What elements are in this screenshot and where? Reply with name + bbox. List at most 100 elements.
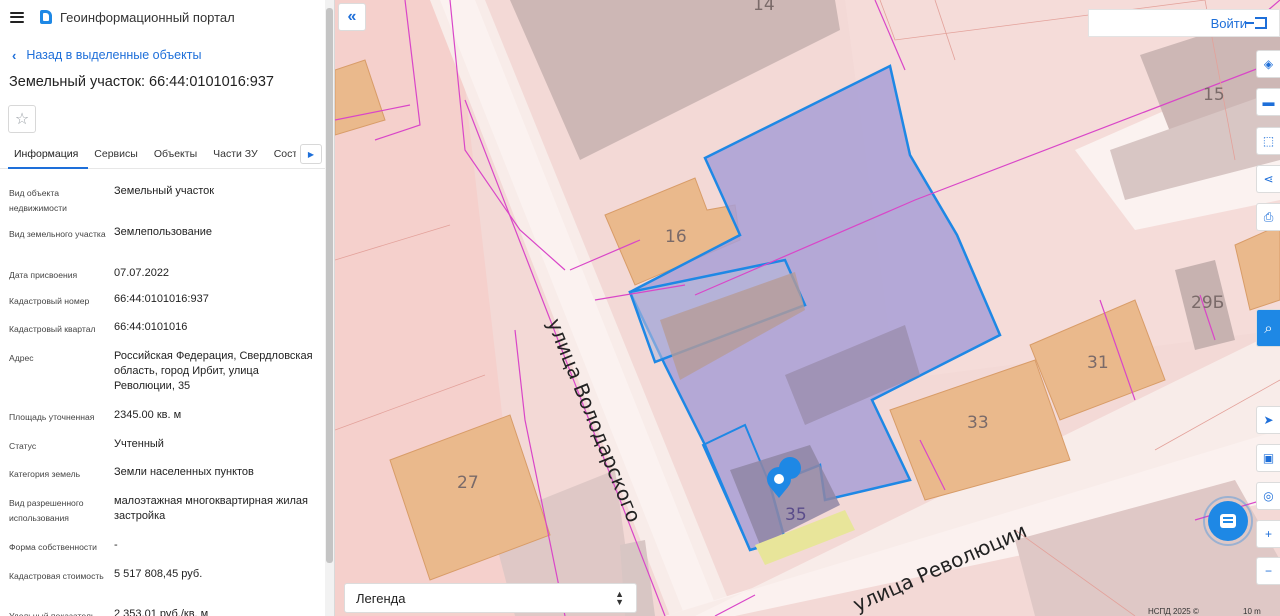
chevron-left-icon: ‹: [12, 47, 17, 63]
login-label: Войти: [1210, 15, 1247, 31]
field-label: Площадь уточненная: [9, 412, 95, 422]
building-label: 33: [967, 413, 989, 433]
list-item: Форма собственности -: [0, 538, 324, 555]
field-label: Кадастровый квартал: [9, 324, 96, 334]
field-value: малоэтажная многоквартирная жилая застро…: [114, 495, 308, 522]
caret-right-icon: ▶: [307, 149, 315, 159]
list-item: Вид разрешенного использования малоэтажн…: [0, 494, 324, 526]
locate-icon: ➤: [1263, 413, 1274, 427]
menu-icon[interactable]: [10, 11, 24, 23]
list-item: Дата присвоения 07.07.2022: [0, 266, 324, 283]
search-map-icon: ⌕: [1264, 319, 1273, 337]
list-item: Статус Учтенный: [0, 437, 324, 454]
ruler-icon: ▬: [1262, 95, 1275, 109]
list-item: Вид земельного участка Землепользование: [0, 225, 324, 242]
field-label: Дата присвоения: [9, 270, 78, 280]
list-item: Кадастровая стоимость 5 517 808,45 руб.: [0, 567, 324, 584]
building-label: 31: [1087, 353, 1109, 373]
field-value: 66:44:0101016:937: [114, 293, 209, 305]
field-value: 2 353,01 руб./кв. м: [114, 608, 209, 616]
list-item: Кадастровый квартал 66:44:0101016: [0, 320, 324, 337]
legend-label: Легенда: [356, 590, 406, 606]
field-label: Адрес: [9, 353, 34, 363]
share-button[interactable]: ⋖: [1256, 165, 1280, 193]
field-label: Форма собственности: [9, 542, 97, 552]
tab-composition[interactable]: Состав: [268, 141, 296, 169]
field-value: Российская Федерация, Свердловская облас…: [114, 350, 313, 392]
list-item: Адрес Российская Федерация, Свердловская…: [0, 349, 324, 394]
tab-parts[interactable]: Части ЗУ: [207, 141, 268, 169]
app-title: Геоинформационный портал: [60, 9, 235, 25]
layers-icon: ◈: [1263, 57, 1274, 71]
chevron-updown-icon: ▲ ▼: [615, 589, 624, 607]
list-item: Площадь уточненная 2345.00 кв. м: [0, 408, 324, 425]
field-value: Земли населенных пунктов: [114, 466, 254, 478]
collapse-panel-button[interactable]: «: [338, 3, 366, 31]
field-label: Вид земельного участка: [9, 229, 106, 239]
field-label: Удельный показатель: [9, 611, 96, 616]
building-label: 16: [665, 227, 687, 247]
panel-scrollbar[interactable]: [325, 0, 334, 616]
pin-icon: ◎: [1263, 489, 1274, 503]
scale-label: 10 m: [1243, 607, 1261, 616]
list-item: Категория земель Земли населенных пункто…: [0, 465, 324, 482]
minimap-button[interactable]: ▣: [1256, 444, 1280, 472]
tab-objects[interactable]: Объекты: [148, 141, 207, 169]
field-label: Кадастровый номер: [9, 296, 90, 306]
info-panel: Геоинформационный портал ‹ Назад в выдел…: [0, 0, 335, 616]
tab-services[interactable]: Сервисы: [88, 141, 148, 169]
chat-icon: [1208, 501, 1248, 541]
back-link[interactable]: ‹ Назад в выделенные объекты: [0, 45, 334, 65]
zoom-out-icon: −: [1264, 564, 1272, 578]
map-canvas[interactable]: 14 15 16 27 29Б 31 33 35 улица Володарск…: [335, 0, 1280, 616]
scrollbar-thumb[interactable]: [326, 8, 333, 563]
locate-button[interactable]: ➤: [1256, 406, 1280, 434]
double-chevron-left-icon: «: [347, 8, 357, 25]
list-item: Кадастровый номер 66:44:0101016:937: [0, 292, 324, 309]
field-value: Земельный участок: [114, 185, 215, 197]
field-value: Землепользование: [114, 226, 213, 238]
field-value: Учтенный: [114, 438, 164, 450]
select-area-button[interactable]: ⬚: [1256, 127, 1280, 155]
field-value: -: [114, 539, 118, 551]
pin-button[interactable]: ◎: [1256, 482, 1280, 510]
ruler-button[interactable]: ▬: [1256, 88, 1280, 116]
print-button[interactable]: ⎙: [1256, 203, 1280, 231]
building-label: 29Б: [1191, 293, 1224, 313]
object-title: Земельный участок: 66:44:0101016:937: [9, 74, 274, 90]
field-value: 07.07.2022: [114, 267, 170, 279]
favorite-button[interactable]: ☆: [8, 105, 36, 133]
field-label: Кадастровая стоимость: [9, 571, 104, 581]
top-bar: Геоинформационный портал: [0, 0, 334, 34]
field-value: 66:44:0101016: [114, 321, 188, 333]
copyright-note: НСПД 2025 ©: [1148, 607, 1199, 616]
select-area-icon: ⬚: [1262, 134, 1275, 148]
back-link-label: Назад в выделенные объекты: [26, 48, 202, 62]
building-label: 14: [753, 0, 775, 15]
tab-bar: Информация Сервисы Объекты Части ЗУ Сост…: [0, 141, 334, 169]
field-label: Вид разрешенного использования: [9, 498, 84, 523]
login-button[interactable]: Войти: [1088, 9, 1280, 37]
search-map-button[interactable]: ⌕: [1256, 309, 1280, 347]
field-label: Вид объекта недвижимости: [9, 188, 67, 213]
chat-button[interactable]: [1203, 496, 1253, 546]
legend-select[interactable]: Легенда ▲ ▼: [344, 583, 637, 613]
field-label: Категория земель: [9, 469, 81, 479]
layers-button[interactable]: ◈: [1256, 50, 1280, 78]
tabs-scroll-right-button[interactable]: ▶: [300, 144, 322, 164]
tab-information[interactable]: Информация: [8, 141, 89, 169]
list-item: Удельный показатель 2 353,01 руб./кв. м: [0, 607, 324, 616]
field-label: Статус: [9, 441, 37, 451]
zoom-in-button[interactable]: +: [1256, 520, 1280, 548]
building-label: 27: [457, 473, 479, 493]
building-label: 15: [1203, 85, 1225, 105]
zoom-out-button[interactable]: −: [1256, 557, 1280, 585]
building-label: 35: [785, 505, 807, 525]
share-icon: ⋖: [1263, 172, 1274, 186]
portal-logo-icon: [40, 10, 52, 24]
print-icon: ⎙: [1263, 209, 1274, 224]
zoom-in-icon: +: [1264, 527, 1272, 541]
login-icon: [1245, 17, 1267, 29]
star-icon: ☆: [14, 111, 30, 128]
field-value: 2345.00 кв. м: [114, 409, 182, 421]
